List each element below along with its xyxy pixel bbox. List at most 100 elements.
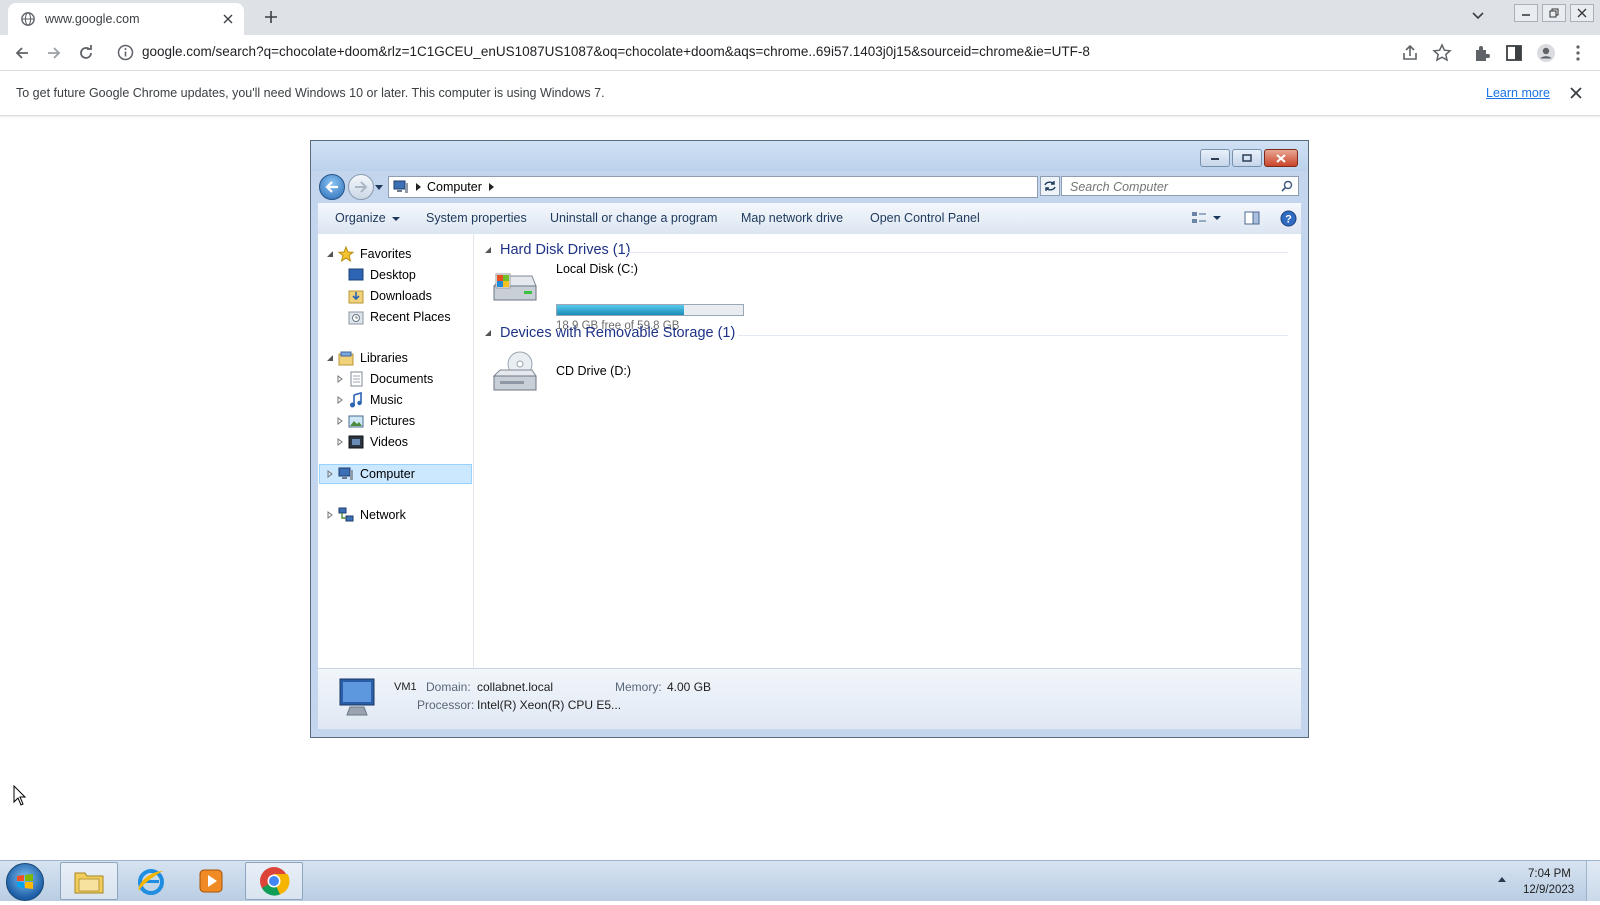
collapsed-arrow-icon[interactable] (326, 511, 334, 519)
explorer-refresh-button[interactable] (1040, 176, 1060, 196)
reload-icon[interactable] (76, 43, 96, 63)
browser-tab[interactable]: www.google.com (8, 3, 244, 35)
show-desktop-button[interactable] (1586, 861, 1600, 901)
drive-c-item[interactable]: Local Disk (C:) 18.9 GB free of 59.8 GB (486, 260, 744, 332)
tab-title: www.google.com (45, 12, 140, 26)
expanded-arrow-icon[interactable] (326, 250, 334, 258)
explorer-forward-button[interactable] (348, 174, 374, 200)
collapsed-arrow-icon[interactable] (336, 438, 344, 446)
libraries-icon (338, 351, 354, 366)
change-view-icon[interactable] (1191, 210, 1207, 226)
site-info-icon[interactable] (117, 44, 134, 61)
collapsed-arrow-icon[interactable] (336, 375, 344, 383)
expanded-arrow-icon[interactable] (484, 246, 492, 254)
taskbar-internet-explorer[interactable] (122, 862, 180, 900)
recent-places-icon (348, 311, 364, 325)
profile-avatar-icon[interactable] (1536, 43, 1556, 63)
open-control-panel-button[interactable]: Open Control Panel (870, 211, 980, 225)
favorites-star-icon (338, 246, 354, 262)
collapsed-arrow-icon[interactable] (336, 417, 344, 425)
nav-downloads[interactable]: Downloads (348, 286, 432, 306)
window-restore-button[interactable] (1542, 3, 1566, 22)
forward-arrow-icon[interactable] (44, 43, 64, 63)
back-arrow-icon[interactable] (12, 43, 32, 63)
taskbar-windows-explorer[interactable] (60, 862, 118, 900)
nav-network[interactable]: Network (326, 505, 406, 525)
group-header-hard-disk-drives[interactable]: Hard Disk Drives (1) (484, 242, 631, 258)
breadcrumb-computer[interactable]: Computer (427, 180, 482, 194)
nav-favorites[interactable]: Favorites (326, 244, 411, 264)
svg-text:?: ? (1285, 214, 1292, 226)
taskbar-clock-date[interactable]: 12/9/2023 (1523, 884, 1574, 896)
bookmark-star-icon[interactable] (1432, 43, 1452, 63)
preview-pane-icon[interactable] (1244, 210, 1260, 226)
collapsed-arrow-icon[interactable] (326, 470, 334, 478)
hard-drive-icon (492, 273, 537, 301)
music-note-icon (350, 392, 362, 408)
organize-menu[interactable]: Organize (335, 211, 401, 225)
show-hidden-icons-icon[interactable] (1497, 875, 1507, 883)
recent-pages-dropdown-icon[interactable] (375, 183, 383, 191)
items-pane: Hard Disk Drives (1) Local Disk (C:) 18.… (474, 234, 1301, 668)
chrome-menu-icon[interactable] (1568, 43, 1588, 63)
search-icon[interactable] (1281, 180, 1293, 192)
nav-videos[interactable]: Videos (336, 432, 408, 452)
breadcrumb-separator-icon[interactable] (486, 182, 496, 192)
explorer-minimize-button[interactable] (1200, 149, 1230, 167)
extensions-puzzle-icon[interactable] (1472, 43, 1492, 63)
group-divider (738, 335, 1288, 336)
group-header-removable-storage[interactable]: Devices with Removable Storage (1) (484, 325, 735, 341)
taskbar-google-chrome[interactable] (245, 862, 303, 900)
nav-libraries[interactable]: Libraries (326, 348, 408, 368)
new-tab-icon[interactable] (262, 8, 280, 26)
update-infobar: To get future Google Chrome updates, you… (0, 71, 1600, 116)
map-network-drive-button[interactable]: Map network drive (741, 211, 843, 225)
windows-logo-icon (17, 874, 33, 889)
explorer-search-input[interactable] (1068, 178, 1272, 196)
window-close-button[interactable] (1570, 3, 1594, 22)
mouse-cursor-icon (13, 785, 27, 806)
collapsed-arrow-icon[interactable] (336, 396, 344, 404)
explorer-back-button[interactable] (319, 174, 345, 200)
google-chrome-icon (260, 867, 290, 896)
drive-c-usage-bar (556, 304, 744, 316)
group-hard-disk-label: Hard Disk Drives (1) (500, 242, 631, 258)
side-panel-icon[interactable] (1504, 43, 1524, 63)
expanded-arrow-icon[interactable] (326, 354, 334, 362)
infobar-close-icon[interactable] (1568, 85, 1584, 101)
help-icon[interactable]: ? (1280, 210, 1297, 227)
tab-close-icon[interactable] (220, 11, 236, 27)
expanded-arrow-icon[interactable] (484, 329, 492, 337)
share-icon[interactable] (1400, 43, 1420, 63)
browser-toolbar: google.com/search?q=chocolate+doom&rlz=1… (0, 35, 1600, 71)
window-minimize-button[interactable] (1514, 3, 1538, 22)
drive-d-item[interactable]: CD Drive (D:) (486, 348, 666, 398)
folder-icon (74, 872, 104, 894)
nav-documents[interactable]: Documents (336, 369, 433, 389)
breadcrumb-separator-icon[interactable] (413, 182, 423, 192)
organize-dropdown-icon (392, 217, 401, 221)
view-dropdown-icon[interactable] (1213, 215, 1221, 221)
explorer-search-box[interactable] (1061, 176, 1299, 196)
nav-pictures[interactable]: Pictures (336, 411, 415, 431)
start-button[interactable] (6, 863, 44, 901)
taskbar-media-player[interactable] (182, 862, 240, 900)
details-pane: VM1 Domain: collabnet.local Memory: 4.00… (318, 668, 1301, 729)
nav-desktop[interactable]: Desktop (348, 265, 416, 285)
navigation-pane: Favorites Desktop Downloads Recent Place… (318, 234, 474, 668)
explorer-address-bar[interactable]: Computer (388, 176, 1102, 198)
explorer-close-button[interactable] (1264, 149, 1298, 167)
nav-music[interactable]: Music (336, 390, 403, 410)
learn-more-link[interactable]: Learn more (1486, 86, 1550, 100)
nav-computer[interactable]: Computer (326, 464, 415, 484)
nav-recent-places[interactable]: Recent Places (348, 307, 451, 327)
address-bar-url[interactable]: google.com/search?q=chocolate+doom&rlz=1… (142, 44, 1090, 59)
tab-search-chevron-icon[interactable] (1468, 5, 1488, 25)
explorer-content: Favorites Desktop Downloads Recent Place… (318, 234, 1301, 668)
explorer-maximize-button[interactable] (1232, 149, 1262, 167)
system-properties-button[interactable]: System properties (426, 211, 527, 225)
taskbar-clock-time[interactable]: 7:04 PM (1528, 868, 1571, 880)
nav-computer-label: Computer (360, 467, 415, 481)
uninstall-program-button[interactable]: Uninstall or change a program (550, 211, 717, 225)
group-divider (624, 252, 1288, 253)
